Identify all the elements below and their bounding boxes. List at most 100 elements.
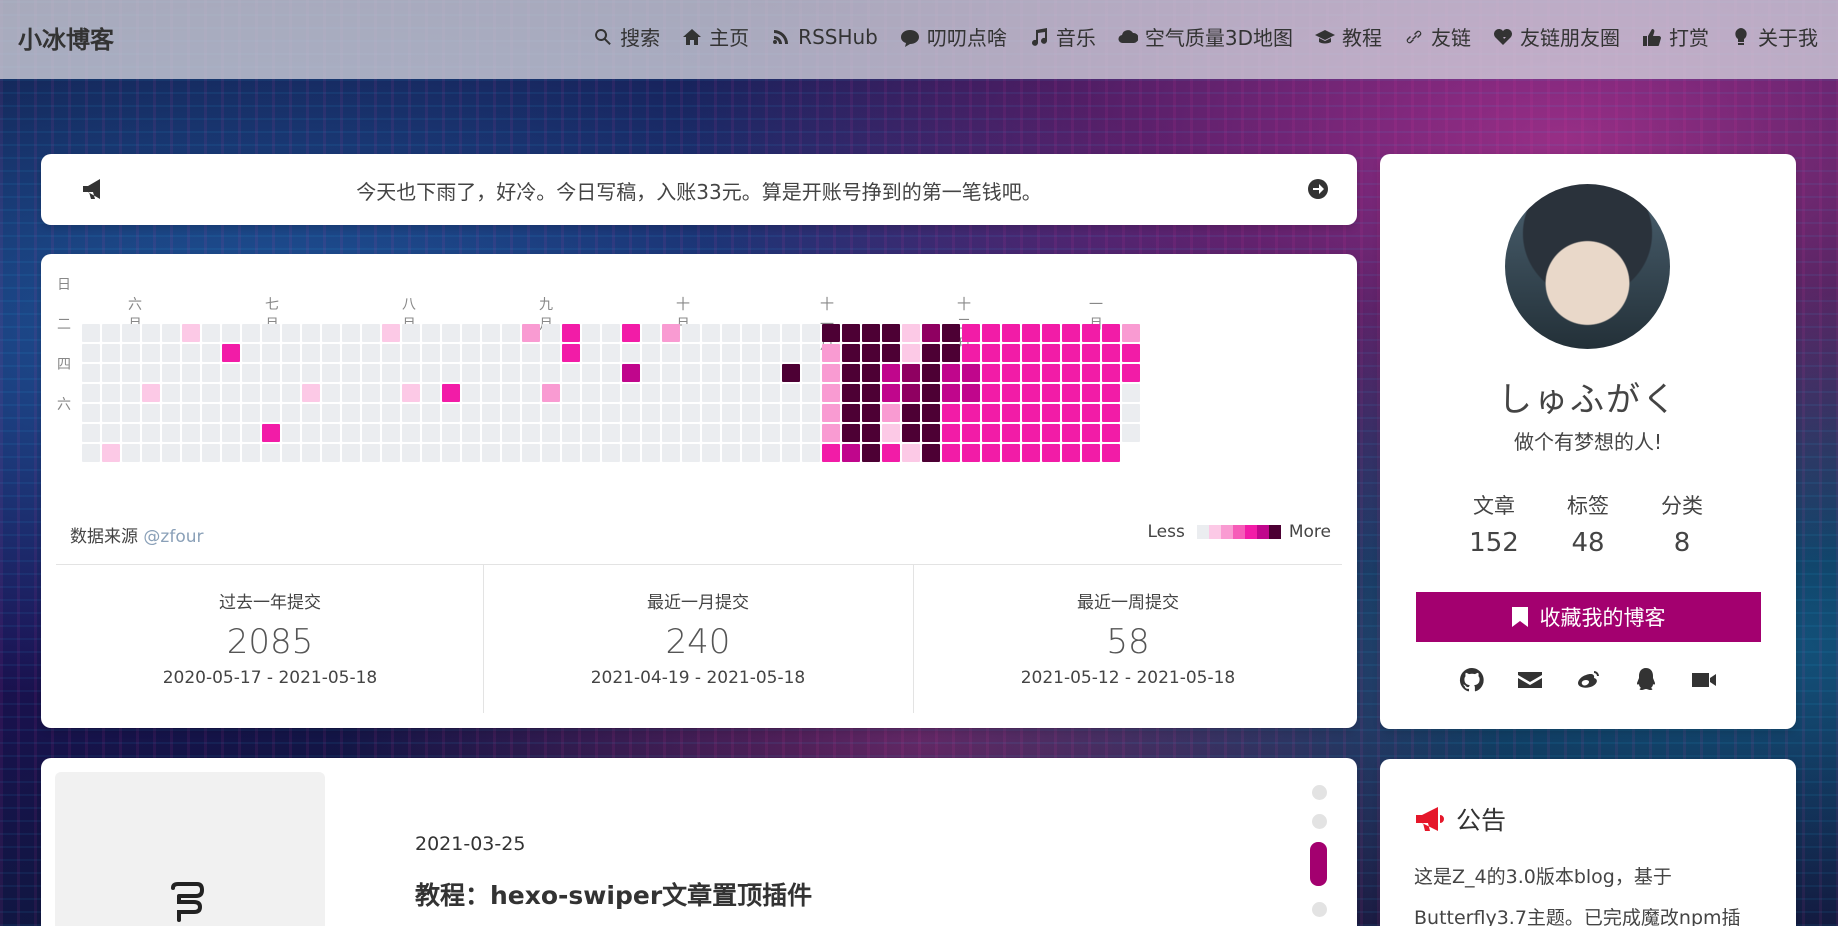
- heatmap-cell[interactable]: [1122, 384, 1140, 402]
- heatmap-cell[interactable]: [162, 364, 180, 382]
- heatmap-cell[interactable]: [762, 404, 780, 422]
- menu-item-search[interactable]: 搜索: [593, 22, 660, 51]
- heatmap-cell[interactable]: [802, 404, 820, 422]
- swiper-dot[interactable]: [1312, 814, 1327, 829]
- heatmap-cell[interactable]: [602, 324, 620, 342]
- heatmap-cell[interactable]: [1062, 444, 1080, 462]
- heatmap-cell[interactable]: [382, 404, 400, 422]
- heatmap-cell[interactable]: [302, 384, 320, 402]
- heatmap-cell[interactable]: [282, 424, 300, 442]
- heatmap-cell[interactable]: [1002, 404, 1020, 422]
- heatmap-cell[interactable]: [702, 404, 720, 422]
- heatmap-cell[interactable]: [262, 384, 280, 402]
- heatmap-cell[interactable]: [682, 324, 700, 342]
- heatmap-cell[interactable]: [682, 444, 700, 462]
- heatmap-cell[interactable]: [482, 444, 500, 462]
- menu-item-home[interactable]: 主页: [682, 22, 749, 51]
- heatmap-cell[interactable]: [602, 444, 620, 462]
- heatmap-cell[interactable]: [182, 424, 200, 442]
- heatmap-cell[interactable]: [522, 344, 540, 362]
- heatmap-cell[interactable]: [602, 364, 620, 382]
- swiper-dot[interactable]: [1312, 785, 1327, 800]
- heatmap-cell[interactable]: [1002, 344, 1020, 362]
- heatmap-cell[interactable]: [802, 384, 820, 402]
- heatmap-cell[interactable]: [502, 404, 520, 422]
- heatmap-cell[interactable]: [742, 424, 760, 442]
- menu-item-rss[interactable]: RSSHub: [771, 22, 878, 51]
- site-name[interactable]: 小冰博客: [18, 20, 114, 55]
- heatmap-cell[interactable]: [462, 384, 480, 402]
- heatmap-cell[interactable]: [722, 404, 740, 422]
- heatmap-cell[interactable]: [902, 384, 920, 402]
- profile-stat-categories[interactable]: 分类 8: [1622, 490, 1742, 558]
- heatmap-cell[interactable]: [402, 324, 420, 342]
- envelope-icon[interactable]: [1516, 666, 1544, 694]
- heatmap-cell[interactable]: [442, 404, 460, 422]
- heatmap-cell[interactable]: [762, 344, 780, 362]
- heatmap-cell[interactable]: [1062, 404, 1080, 422]
- heatmap-cell[interactable]: [442, 364, 460, 382]
- heatmap-cell[interactable]: [522, 364, 540, 382]
- heatmap-cell[interactable]: [162, 384, 180, 402]
- heatmap-cell[interactable]: [102, 324, 120, 342]
- heatmap-cell[interactable]: [122, 364, 140, 382]
- heatmap-cell[interactable]: [882, 364, 900, 382]
- heatmap-cell[interactable]: [222, 424, 240, 442]
- heatmap-cell[interactable]: [722, 324, 740, 342]
- heatmap-cell[interactable]: [882, 324, 900, 342]
- heatmap-cell[interactable]: [222, 384, 240, 402]
- heatmap-cell[interactable]: [602, 384, 620, 402]
- heatmap-cell[interactable]: [1082, 344, 1100, 362]
- heatmap-cell[interactable]: [162, 404, 180, 422]
- heatmap-cell[interactable]: [582, 444, 600, 462]
- heatmap-cell[interactable]: [682, 404, 700, 422]
- heatmap-cell[interactable]: [982, 424, 1000, 442]
- heatmap-cell[interactable]: [222, 404, 240, 422]
- heatmap-cell[interactable]: [642, 384, 660, 402]
- heatmap-cell[interactable]: [82, 324, 100, 342]
- heatmap-cell[interactable]: [302, 324, 320, 342]
- heatmap-cell[interactable]: [742, 364, 760, 382]
- heatmap-cell[interactable]: [182, 344, 200, 362]
- heatmap-cell[interactable]: [282, 324, 300, 342]
- heatmap-cell[interactable]: [822, 404, 840, 422]
- heatmap-cell[interactable]: [362, 384, 380, 402]
- heatmap-cell[interactable]: [102, 364, 120, 382]
- heatmap-cell[interactable]: [342, 324, 360, 342]
- heatmap-cell[interactable]: [102, 404, 120, 422]
- heatmap-cell[interactable]: [1102, 424, 1120, 442]
- heatmap-cell[interactable]: [1122, 324, 1140, 342]
- heatmap-cell[interactable]: [542, 404, 560, 422]
- heatmap-cell[interactable]: [562, 384, 580, 402]
- heatmap-cell[interactable]: [922, 384, 940, 402]
- heatmap-cell[interactable]: [262, 364, 280, 382]
- heatmap-cell[interactable]: [442, 384, 460, 402]
- github-icon[interactable]: [1458, 666, 1486, 694]
- heatmap-cell[interactable]: [1102, 404, 1120, 422]
- heatmap-cell[interactable]: [362, 444, 380, 462]
- heatmap-cell[interactable]: [962, 344, 980, 362]
- heatmap-cell[interactable]: [1002, 384, 1020, 402]
- heatmap-cell[interactable]: [242, 324, 260, 342]
- heatmap-cell[interactable]: [1002, 444, 1020, 462]
- heatmap-cell[interactable]: [1082, 324, 1100, 342]
- heatmap-cell[interactable]: [82, 404, 100, 422]
- heatmap-cell[interactable]: [362, 324, 380, 342]
- heatmap-cell[interactable]: [922, 344, 940, 362]
- heatmap-cell[interactable]: [142, 384, 160, 402]
- menu-item-cloud[interactable]: 空气质量3D地图: [1118, 22, 1293, 51]
- heatmap-cell[interactable]: [222, 364, 240, 382]
- heatmap-cell[interactable]: [202, 404, 220, 422]
- heatmap-cell[interactable]: [422, 404, 440, 422]
- heatmap-cell[interactable]: [1082, 364, 1100, 382]
- heatmap-cell[interactable]: [422, 444, 440, 462]
- heatmap-cell[interactable]: [402, 364, 420, 382]
- heatmap-cell[interactable]: [502, 424, 520, 442]
- heatmap-cell[interactable]: [262, 324, 280, 342]
- heatmap-cell[interactable]: [842, 424, 860, 442]
- heatmap-cell[interactable]: [662, 444, 680, 462]
- heatmap-cell[interactable]: [622, 404, 640, 422]
- heatmap-cell[interactable]: [562, 344, 580, 362]
- heatmap-cell[interactable]: [142, 364, 160, 382]
- heatmap-cell[interactable]: [522, 424, 540, 442]
